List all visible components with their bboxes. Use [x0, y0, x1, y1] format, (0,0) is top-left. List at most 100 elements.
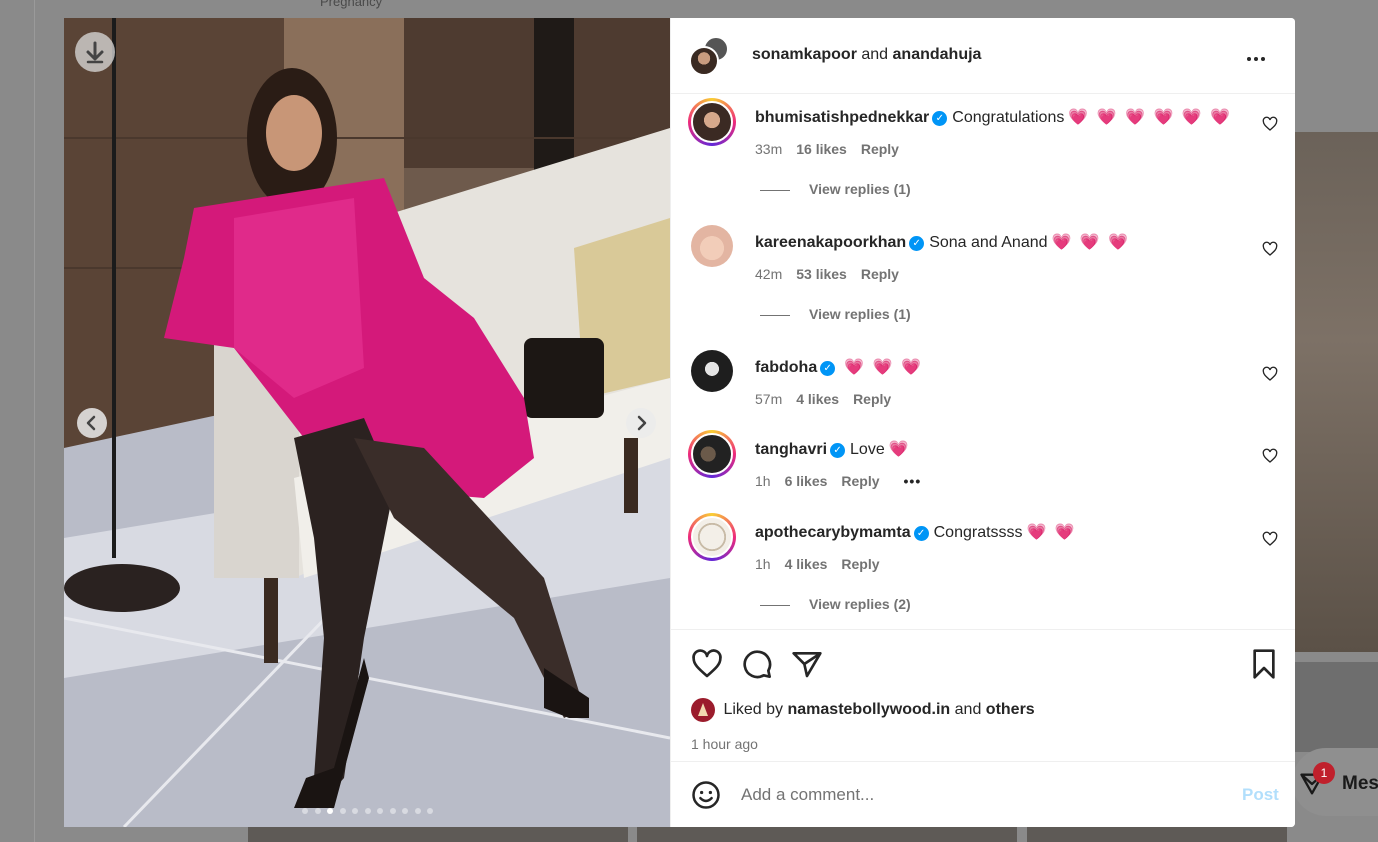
avatar[interactable] [688, 430, 736, 478]
comment-options-button[interactable]: ••• [904, 473, 922, 489]
replies-divider [760, 314, 790, 316]
more-dot [1261, 57, 1265, 61]
background-post-image[interactable] [1295, 132, 1378, 652]
comment-body: bhumisatishpednekkar ✓ Congratulations 💗 💗 … [755, 107, 1232, 127]
comment-emoji: 💗 💗 💗 [844, 359, 923, 376]
carousel-dot [402, 808, 408, 814]
download-icon [86, 41, 104, 64]
comment-meta: 1h 6 likes Reply ••• [755, 473, 921, 489]
avatar[interactable] [688, 513, 736, 561]
like-comment-heart-icon[interactable] [1262, 116, 1278, 132]
comment-username[interactable]: kareenakapoorkhan [755, 234, 906, 251]
post-media[interactable] [64, 18, 670, 827]
comment-input[interactable] [741, 782, 1211, 808]
comment-text: Love [850, 441, 885, 458]
comment-likes[interactable]: 4 likes [785, 556, 828, 572]
background-post-image[interactable] [1295, 662, 1378, 752]
liked-by-username[interactable]: namastebollywood.in [788, 701, 951, 718]
verified-badge-icon: ✓ [830, 443, 846, 458]
post-authors: sonamkapoor and anandahuja [752, 46, 981, 64]
comment-body: kareenakapoorkhan ✓ Sona and Anand 💗 💗 💗 [755, 232, 1130, 252]
messages-label: Mes [1342, 773, 1378, 794]
background-thumbnail[interactable] [1027, 827, 1287, 842]
comment-username[interactable]: tanghavri [755, 441, 827, 458]
comment-emoji: 💗 💗 [1026, 524, 1077, 541]
comment-time[interactable]: 1h [755, 473, 771, 489]
carousel-dot [314, 808, 321, 814]
view-replies-button[interactable]: View replies (1) [760, 181, 911, 197]
comment-username[interactable]: apothecarybymamta [755, 524, 911, 541]
reply-button[interactable]: Reply [841, 473, 879, 489]
reply-button[interactable]: Reply [861, 141, 899, 157]
like-comment-heart-icon[interactable] [1262, 531, 1278, 547]
liked-by-joiner: and [954, 701, 982, 719]
comment-likes[interactable]: 16 likes [796, 141, 847, 157]
comment-text: Sona and Anand [929, 234, 1048, 251]
like-comment-heart-icon[interactable] [1262, 366, 1278, 382]
collab-avatars[interactable] [689, 36, 733, 78]
chevron-right-icon [637, 415, 647, 431]
post-timestamp[interactable]: 1 hour ago [691, 736, 758, 752]
comment-meta: 57m 4 likes Reply [755, 391, 891, 407]
next-slide-button[interactable] [626, 408, 656, 438]
previous-slide-button[interactable] [77, 408, 107, 438]
carousel-dot [389, 808, 396, 814]
comment-likes[interactable]: 53 likes [796, 266, 847, 282]
download-button[interactable] [75, 32, 115, 72]
comment-likes[interactable]: 6 likes [785, 473, 828, 489]
liked-by-summary: Liked by namastebollywood.in and others [691, 698, 1035, 722]
view-replies-button[interactable]: View replies (2) [760, 596, 911, 612]
post-comment-button[interactable]: Post [1242, 785, 1279, 805]
comment-meta: 33m 16 likes Reply [755, 141, 899, 157]
verified-badge-icon: ✓ [820, 361, 836, 376]
comment-time[interactable]: 57m [755, 391, 782, 407]
avatar[interactable] [691, 225, 733, 267]
background-thumbnail[interactable] [637, 827, 1017, 842]
comment-time[interactable]: 33m [755, 141, 782, 157]
chevron-left-icon [86, 415, 96, 431]
comment-time[interactable]: 42m [755, 266, 782, 282]
like-comment-heart-icon[interactable] [1262, 241, 1278, 257]
comment-body: apothecarybymamta ✓ Congratssss 💗 💗 [755, 522, 1077, 542]
save-bookmark-icon[interactable] [1248, 648, 1280, 680]
more-options-button[interactable] [1247, 48, 1275, 64]
emoji-smiley-icon[interactable] [691, 780, 721, 810]
comment-username[interactable]: fabdoha [755, 359, 817, 376]
post-actions: Liked by namastebollywood.in and others … [671, 629, 1295, 761]
comment-username[interactable]: bhumisatishpednekkar [755, 109, 929, 126]
reply-button[interactable]: Reply [853, 391, 891, 407]
replies-divider [760, 189, 790, 191]
comment-meta: 42m 53 likes Reply [755, 266, 899, 282]
liked-by-others[interactable]: others [986, 701, 1035, 718]
more-dot [1254, 57, 1258, 61]
share-send-icon[interactable] [791, 648, 823, 680]
message-count-badge: 1 [1313, 762, 1335, 784]
reply-button[interactable]: Reply [841, 556, 879, 572]
avatar[interactable] [688, 98, 736, 146]
replies-divider [760, 604, 790, 606]
post-header: sonamkapoor and anandahuja [671, 18, 1295, 94]
comment-body: fabdoha ✓ 💗 💗 💗 [755, 357, 923, 377]
comment-time[interactable]: 1h [755, 556, 771, 572]
view-replies-label: View replies (1) [809, 306, 911, 322]
background-caption: Pregnancy [320, 0, 383, 9]
author-username[interactable]: sonamkapoor [752, 46, 857, 63]
reply-button[interactable]: Reply [861, 266, 899, 282]
comment-bubble-icon[interactable] [741, 648, 773, 680]
avatar[interactable] [691, 698, 715, 722]
avatar[interactable] [691, 350, 733, 392]
post-modal: sonamkapoor and anandahuja bhumisatishpe… [64, 18, 1295, 827]
background-thumbnail[interactable] [248, 827, 628, 842]
comment-meta: 1h 4 likes Reply [755, 556, 880, 572]
verified-badge-icon: ✓ [909, 236, 925, 251]
comment-emoji: 💗 💗 💗 [1051, 234, 1131, 251]
comment-emoji: 💗 💗 💗 💗 💗 💗 [1068, 109, 1233, 126]
view-replies-button[interactable]: View replies (1) [760, 306, 911, 322]
like-heart-icon[interactable] [691, 648, 723, 680]
comment-likes[interactable]: 4 likes [796, 391, 839, 407]
like-comment-heart-icon[interactable] [1262, 448, 1278, 464]
comments-list[interactable]: bhumisatishpednekkar ✓ Congratulations 💗 💗 … [671, 95, 1295, 629]
more-dot [1247, 57, 1251, 61]
author-username[interactable]: anandahuja [893, 46, 982, 63]
carousel-dot [352, 808, 358, 814]
